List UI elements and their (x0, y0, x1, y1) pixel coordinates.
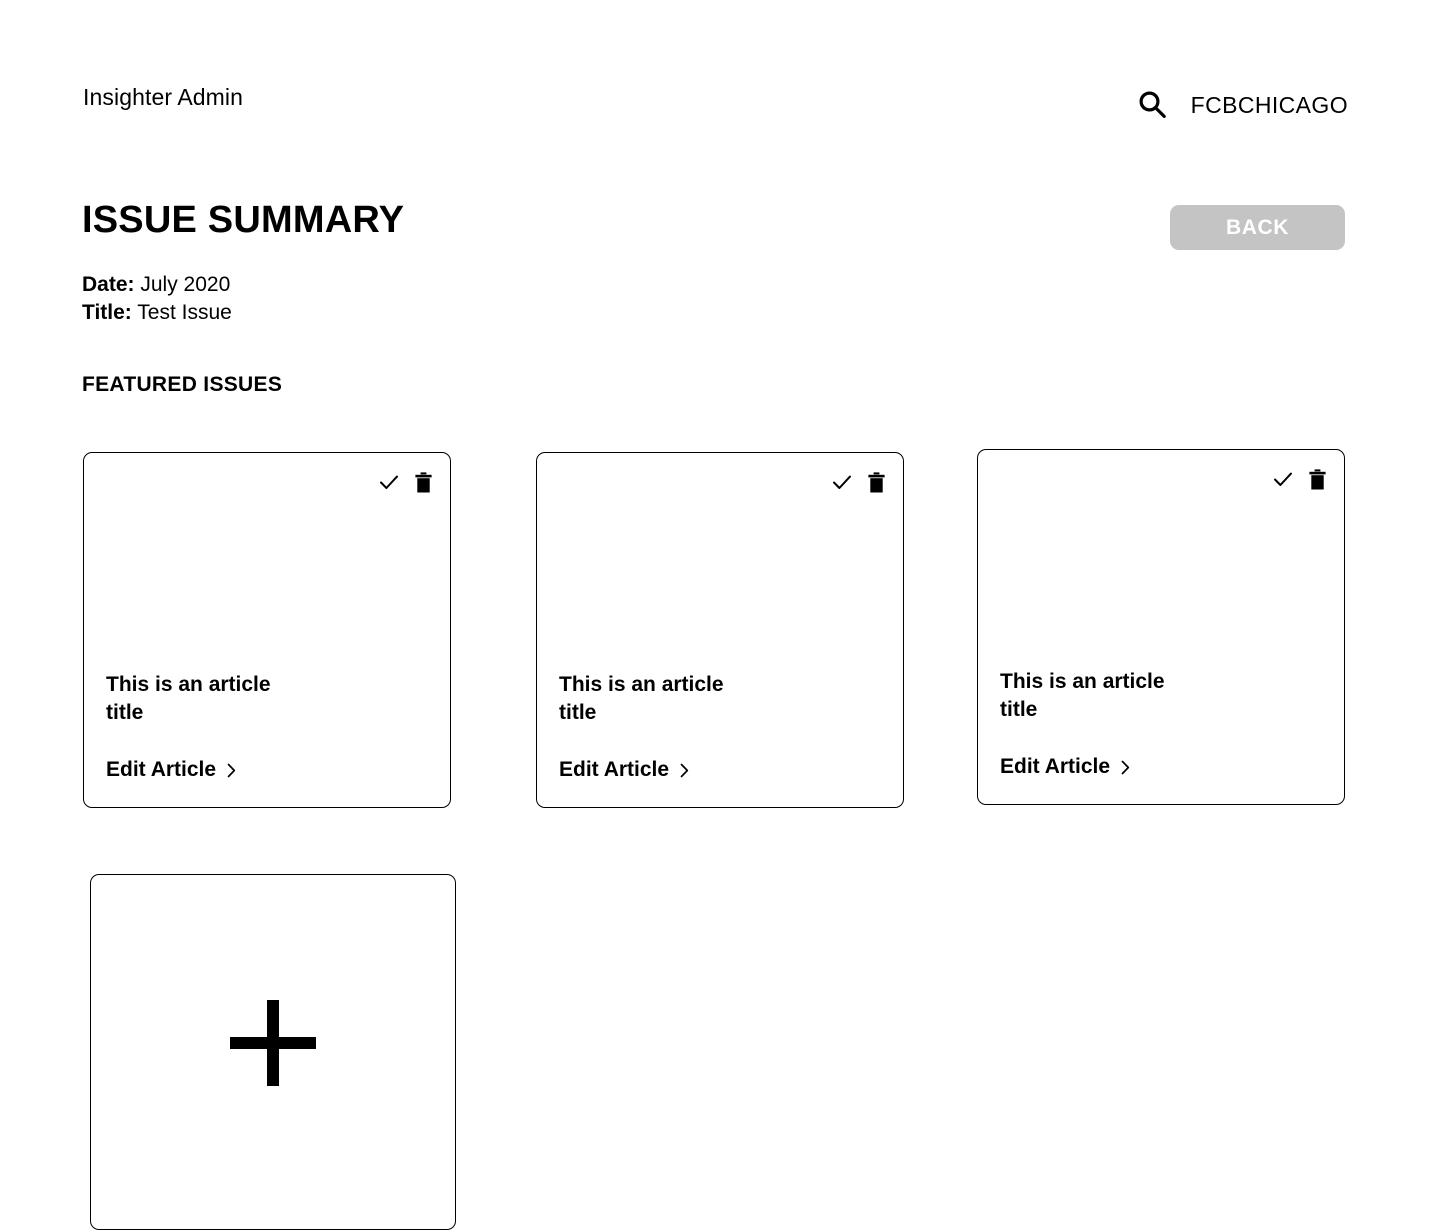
card-body: This is an article title Edit Article (559, 671, 881, 783)
check-icon[interactable] (831, 471, 853, 493)
issue-meta: Date: July 2020 Title: Test Issue (82, 271, 232, 327)
add-article-card[interactable] (90, 874, 456, 1230)
issue-date-value: July 2020 (140, 273, 231, 296)
top-bar-right-group: FCBCHICAGO (1135, 88, 1348, 122)
edit-article-label: Edit Article (1000, 755, 1111, 778)
check-icon[interactable] (1272, 468, 1294, 490)
trash-icon[interactable] (1309, 468, 1326, 490)
card-title: This is an article title (106, 673, 271, 724)
trash-icon[interactable] (415, 471, 432, 493)
edit-article-label: Edit Article (106, 758, 217, 781)
back-button[interactable]: BACK (1170, 205, 1345, 250)
issue-date-row: Date: July 2020 (82, 271, 232, 299)
article-card[interactable]: This is an article title Edit Article (83, 452, 451, 808)
featured-issues-heading: FEATURED ISSUES (82, 373, 283, 396)
search-icon[interactable] (1135, 88, 1169, 122)
page-title: ISSUE SUMMARY (82, 199, 405, 241)
edit-article-label: Edit Article (559, 758, 670, 781)
trash-icon[interactable] (868, 471, 885, 493)
edit-article-link[interactable]: Edit Article (1000, 754, 1130, 780)
chevron-right-icon (1121, 760, 1130, 775)
chevron-right-icon (680, 763, 689, 778)
issue-title-label: Title: (82, 301, 132, 324)
card-actions (1272, 468, 1326, 490)
plus-icon[interactable] (230, 1000, 316, 1086)
check-icon[interactable] (378, 471, 400, 493)
card-body: This is an article title Edit Article (1000, 668, 1322, 780)
article-card[interactable]: This is an article title Edit Article (536, 452, 904, 808)
card-body: This is an article title Edit Article (106, 671, 428, 783)
card-title: This is an article title (559, 673, 724, 724)
org-name[interactable]: FCBCHICAGO (1191, 90, 1348, 120)
issue-title-value: Test Issue (137, 301, 232, 324)
card-actions (831, 471, 885, 493)
card-title: This is an article title (1000, 670, 1165, 721)
issue-date-label: Date: (82, 273, 135, 296)
article-card[interactable]: This is an article title Edit Article (977, 449, 1345, 805)
chevron-right-icon (227, 763, 236, 778)
app-title: Insighter Admin (83, 84, 244, 110)
issue-title-row: Title: Test Issue (82, 299, 232, 327)
card-actions (378, 471, 432, 493)
top-bar: Insighter Admin FCBCHICAGO (0, 0, 1440, 160)
edit-article-link[interactable]: Edit Article (559, 757, 689, 783)
edit-article-link[interactable]: Edit Article (106, 757, 236, 783)
